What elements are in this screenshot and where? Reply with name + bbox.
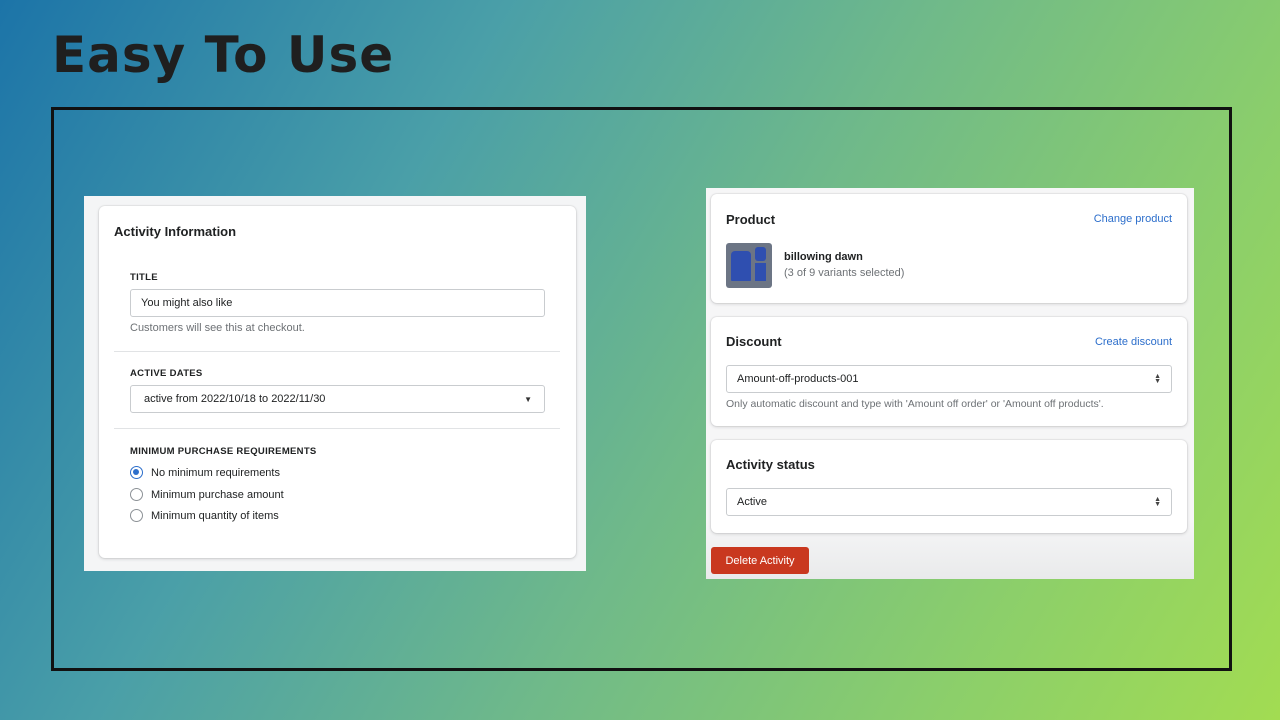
- activity-info-panel: Activity Information TITLE You might als…: [84, 196, 586, 571]
- discount-value: Amount-off-products-001: [737, 373, 859, 385]
- caret-down-icon: ▼: [524, 394, 532, 404]
- radio-no-minimum[interactable]: No minimum requirements: [130, 466, 280, 479]
- delete-activity-button[interactable]: Delete Activity: [711, 547, 809, 574]
- card-heading: Activity Information: [114, 224, 237, 239]
- create-discount-link[interactable]: Create discount: [1095, 336, 1172, 348]
- dates-label: ACTIVE DATES: [130, 368, 203, 379]
- dates-select[interactable]: active from 2022/10/18 to 2022/11/30 ▼: [130, 385, 545, 413]
- discount-heading: Discount: [726, 334, 782, 349]
- dates-value: active from 2022/10/18 to 2022/11/30: [144, 393, 326, 405]
- discount-select[interactable]: Amount-off-products-001 ▲ ▼: [726, 365, 1172, 393]
- status-heading: Activity status: [726, 457, 815, 472]
- discount-card: Discount Create discount Amount-off-prod…: [711, 317, 1187, 426]
- radio-label: No minimum requirements: [151, 466, 280, 479]
- status-select[interactable]: Active ▲ ▼: [726, 488, 1172, 516]
- product-variants: (3 of 9 variants selected): [784, 267, 905, 279]
- radio-min-quantity[interactable]: Minimum quantity of items: [130, 509, 279, 522]
- radio-unchecked-icon: [130, 488, 143, 501]
- status-value: Active: [737, 496, 767, 508]
- divider: [114, 351, 560, 352]
- activity-settings-panel: Product Change product billowing dawn (3…: [706, 188, 1194, 579]
- product-heading: Product: [726, 212, 776, 227]
- title-input[interactable]: You might also like: [130, 289, 545, 317]
- status-card: Activity status Active ▲ ▼: [711, 440, 1187, 533]
- title-help: Customers will see this at checkout.: [130, 322, 305, 334]
- change-product-link[interactable]: Change product: [1094, 213, 1172, 225]
- select-arrows-icon: ▲ ▼: [1154, 373, 1161, 385]
- divider: [114, 428, 560, 429]
- product-card: Product Change product billowing dawn (3…: [711, 194, 1187, 303]
- page-headline: Easy To Use: [52, 26, 395, 84]
- jersey-icon: [726, 243, 772, 288]
- discount-help: Only automatic discount and type with 'A…: [726, 398, 1104, 410]
- radio-unchecked-icon: [130, 509, 143, 522]
- product-name: billowing dawn: [784, 251, 863, 263]
- radio-checked-icon: [130, 466, 143, 479]
- select-arrows-icon: ▲ ▼: [1154, 496, 1161, 508]
- radio-label: Minimum purchase amount: [151, 488, 284, 501]
- activity-info-card: Activity Information TITLE You might als…: [99, 206, 576, 558]
- radio-min-amount[interactable]: Minimum purchase amount: [130, 488, 284, 501]
- title-label: TITLE: [130, 272, 158, 283]
- radio-label: Minimum quantity of items: [151, 509, 279, 522]
- min-label: MINIMUM PURCHASE REQUIREMENTS: [130, 446, 317, 457]
